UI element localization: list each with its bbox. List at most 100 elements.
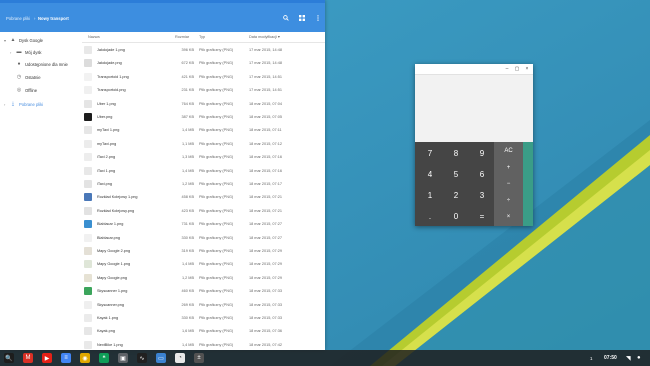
sidebar-item-shared-with-me[interactable]: ● Udostępnione dla mnie	[16, 59, 67, 69]
clock-time[interactable]: 07:50	[604, 353, 617, 363]
advanced-panel-handle[interactable]	[523, 142, 533, 226]
grid-view-icon[interactable]	[297, 13, 307, 23]
files-header-bar: Pobrane pliki › Nowy transport	[0, 3, 325, 32]
chart-app-icon[interactable]: ∿	[137, 353, 147, 363]
sidebar-item-google-drive[interactable]: ▾ ▲ Dysk Google	[4, 35, 43, 45]
table-row[interactable]: iTaxi.png 1,2 MB Plik graficzny (PNG) 18 ma…	[82, 177, 325, 190]
calc-key[interactable]: 0	[443, 206, 469, 226]
hangouts-app-icon[interactable]: ❝	[99, 353, 109, 363]
files-app-icon[interactable]: ▭	[156, 353, 166, 363]
calc-key[interactable]: 5	[443, 164, 469, 184]
chrome-app-icon[interactable]: ◉	[80, 353, 90, 363]
column-header-size[interactable]: Rozmiar	[175, 32, 189, 42]
calc-key[interactable]: 6	[469, 164, 495, 184]
breadcrumb-root[interactable]: Pobrane pliki	[6, 16, 30, 21]
column-header-date[interactable]: Data modyfikacji ▾	[249, 32, 280, 42]
file-type: Plik graficzny (PNG)	[199, 182, 234, 186]
file-thumbnail	[84, 193, 92, 202]
file-thumbnail	[84, 126, 92, 135]
file-date: 17 mar 2015, 14:51	[249, 88, 282, 93]
calc-key[interactable]: 2	[443, 185, 469, 205]
table-row[interactable]: Blablacar.png 330 KB Plik graficzny (PNG) 1…	[82, 231, 325, 244]
table-row[interactable]: Kayak.png 1,6 MB Plik graficzny (PNG) 18 ma…	[82, 324, 325, 337]
table-row[interactable]: Rozkład Kolejowy 1.png 458 KB Plik graficz…	[82, 190, 325, 203]
sidebar-item-label: Ostatnie	[25, 74, 41, 80]
table-row[interactable]: Uber.png 387 KB Plik graficzny (PNG) 18 mar…	[82, 110, 325, 123]
chevron-down-icon[interactable]: ▾	[4, 38, 8, 43]
table-row[interactable]: Jakdojade.png 672 KB Plik graficzny (PNG) 1…	[82, 56, 325, 69]
calc-key[interactable]: 4	[417, 164, 443, 184]
close-button[interactable]: ×	[523, 65, 531, 73]
file-name: Mapy Google 2.png	[97, 249, 131, 253]
table-row[interactable]: Skyscanner.png 269 KB Plik graficzny (PNG)…	[82, 298, 325, 311]
more-vert-icon[interactable]	[313, 13, 323, 23]
shelf: 🔍 M ▶ ≡ ◉ ❝ ▣ ∿ ▭ ◔ ± 1 07:50 ◥ ●	[0, 350, 650, 366]
notification-count[interactable]: 1	[590, 353, 593, 363]
file-date: 18 mar 2015, 07:16	[249, 168, 282, 173]
search-icon[interactable]	[281, 13, 291, 23]
table-row[interactable]: Uber 1.png 764 KB Plik graficzny (PNG) 18 m…	[82, 97, 325, 110]
calc-operator-key[interactable]: ×	[494, 209, 523, 225]
calc-key[interactable]: 9	[469, 143, 495, 163]
docs-app-icon[interactable]: ≡	[61, 353, 71, 363]
chevron-right-icon[interactable]: ›	[10, 50, 14, 55]
column-header-name[interactable]: Nazwa	[88, 32, 100, 42]
table-row[interactable]: myTaxi 1.png 1,4 MB Plik graficzny (PNG) 18…	[82, 123, 325, 136]
table-row[interactable]: Mapy Google.png 1,2 MB Plik graficzny (PNG…	[82, 271, 325, 284]
calc-operator-key[interactable]: ÷	[494, 193, 523, 209]
table-row[interactable]: Jakdojade 1.png 396 KB Plik graficzny (PNG…	[82, 43, 325, 56]
chevron-right-icon[interactable]: ›	[4, 102, 8, 107]
files-app-window: Pobrane pliki › Nowy transport ▾ ▲ Dysk …	[0, 0, 325, 350]
calc-key[interactable]: 1	[417, 185, 443, 205]
window-app-icon[interactable]: ▣	[118, 353, 128, 363]
table-row[interactable]: Skyscanner 1.png 460 KB Plik graficzny (PN…	[82, 284, 325, 297]
table-row[interactable]: iTaxi 2.png 1,3 MB Plik graficzny (PNG) 18 …	[82, 150, 325, 163]
column-header-type[interactable]: Typ	[199, 32, 205, 42]
search-launcher-icon[interactable]: 🔍	[4, 353, 14, 363]
maximize-button[interactable]: ▢	[513, 65, 521, 73]
sidebar-item-downloads[interactable]: › ⤓ Pobrane pliki	[4, 99, 43, 109]
file-date: 18 mar 2015, 07:29	[249, 249, 282, 253]
file-size: 460 KB	[181, 289, 194, 294]
table-row[interactable]: Transportoid.png 231 KB Plik graficzny (PN…	[82, 83, 325, 96]
file-date: 18 mar 2015, 07:33	[249, 289, 282, 294]
calculator-app-icon[interactable]: ±	[194, 353, 204, 363]
file-date: 17 mar 2015, 14:51	[249, 74, 282, 79]
calc-operator-key[interactable]: AC	[494, 143, 523, 159]
calc-operator-key[interactable]: +	[494, 160, 523, 176]
calc-key[interactable]: 3	[469, 185, 495, 205]
sidebar-item-my-drive[interactable]: › ▬ Mój dysk	[10, 47, 42, 57]
table-row[interactable]: Mapy Google 1.png 1,4 MB Plik graficzny (P…	[82, 257, 325, 270]
breadcrumb-current[interactable]: Nowy transport	[38, 16, 69, 21]
file-type: Plik graficzny (PNG)	[199, 208, 234, 213]
table-row[interactable]: Mapy Google 2.png 319 KB Plik graficzny (P…	[82, 244, 325, 257]
file-size: 396 KB	[181, 48, 194, 52]
youtube-app-icon[interactable]: ▶	[42, 353, 52, 363]
sidebar-item-recent[interactable]: ◷ Ostatnie	[16, 72, 41, 82]
table-row[interactable]: myTaxi.png 1,1 MB Plik graficzny (PNG) 18 m…	[82, 137, 325, 150]
avatar[interactable]: ●	[637, 353, 641, 363]
calc-key[interactable]: =	[469, 206, 495, 226]
file-size: 1,2 MB	[181, 182, 194, 186]
file-date: 18 mar 2015, 07:42	[249, 342, 282, 347]
table-row[interactable]: Blablacar 1.png 731 KB Plik graficzny (PNG…	[82, 217, 325, 230]
calc-key[interactable]: 7	[417, 143, 443, 163]
calc-key[interactable]: 8	[443, 143, 469, 163]
sidebar-item-offline[interactable]: ◎ Offline	[16, 85, 37, 95]
calc-key[interactable]: .	[417, 206, 443, 226]
table-row[interactable]: Transportoid 1.png 421 KB Plik graficzny (…	[82, 70, 325, 83]
minimize-button[interactable]: –	[503, 65, 511, 73]
table-row[interactable]: Kayak 1.png 330 KB Plik graficzny (PNG) 18 …	[82, 311, 325, 324]
gmail-app-icon[interactable]: M	[23, 353, 33, 363]
wifi-icon[interactable]: ◥	[626, 353, 631, 363]
table-row[interactable]: iTaxi 1.png 1,4 MB Plik graficzny (PNG) 18 …	[82, 164, 325, 177]
file-thumbnail	[84, 166, 92, 175]
calc-operator-key[interactable]: −	[494, 176, 523, 192]
store-app-icon[interactable]: ◔	[175, 353, 185, 363]
file-type: Plik graficzny (PNG)	[199, 289, 234, 294]
table-row[interactable]: Rozkład Kolejowy.png 423 KB Plik graficzny…	[82, 204, 325, 217]
file-name: Mapy Google.png	[97, 275, 127, 280]
file-size: 1,4 MB	[181, 168, 194, 173]
file-thumbnail	[84, 287, 92, 296]
table-row[interactable]: NextBike 1.png 1,4 MB Plik graficzny (PNG)…	[82, 338, 325, 350]
